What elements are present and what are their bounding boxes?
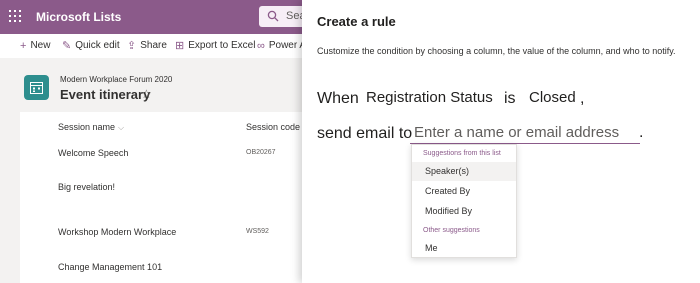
- rule-period: .: [639, 124, 644, 141]
- other-suggestions-header: Other suggestions: [423, 227, 480, 234]
- list-table: Session name ⌵ Session code Welcome Speec…: [20, 112, 320, 283]
- column-header-session-code[interactable]: Session code: [246, 122, 300, 132]
- excel-icon: ⊞: [175, 39, 185, 52]
- rule-comma: ,: [580, 90, 585, 107]
- value-selector[interactable]: Closed: [529, 89, 576, 107]
- favorite-star-icon[interactable]: ☆: [141, 87, 152, 101]
- export-button[interactable]: ⊞ Export to Excel: [175, 40, 255, 51]
- pencil-icon: ✎: [62, 39, 72, 52]
- power-automate-icon: ∞: [257, 39, 265, 52]
- app-launcher-icon[interactable]: [9, 10, 21, 22]
- column-selector[interactable]: Registration Status: [366, 89, 493, 107]
- suggestions-dropdown: Suggestions from this list Speaker(s) Cr…: [411, 144, 517, 258]
- email-field-wrapper: [410, 122, 640, 144]
- send-email-to-text: send email to: [317, 125, 413, 142]
- plus-icon: +: [20, 39, 27, 52]
- suggestion-item[interactable]: Speaker(s): [412, 162, 516, 181]
- chevron-down-icon: ⌵: [118, 123, 125, 132]
- new-button[interactable]: + New: [20, 40, 50, 51]
- list-title: Event itinerary: [60, 87, 151, 102]
- row-session-name[interactable]: Change Management 101: [58, 262, 162, 272]
- quick-edit-label: Quick edit: [75, 40, 120, 51]
- command-bar: + New ✎ Quick edit ⇪ Share ⊞ Export to E…: [0, 34, 320, 58]
- suggestion-item[interactable]: Me: [412, 239, 516, 258]
- share-label: Share: [140, 40, 167, 51]
- column-header-session-name[interactable]: Session name ⌵: [58, 122, 124, 133]
- row-session-name[interactable]: Workshop Modern Workplace: [58, 227, 176, 237]
- suggestion-item[interactable]: Modified By: [412, 202, 516, 221]
- is-word: is: [504, 90, 516, 107]
- quick-edit-button[interactable]: ✎ Quick edit: [62, 40, 120, 51]
- app-title[interactable]: Microsoft Lists: [36, 10, 121, 24]
- export-label: Export to Excel: [188, 40, 256, 51]
- email-field[interactable]: [414, 124, 636, 141]
- share-icon: ⇪: [127, 39, 137, 52]
- panel-description: Customize the condition by choosing a co…: [317, 46, 676, 56]
- list-icon: [24, 75, 49, 100]
- suggestion-item[interactable]: Created By: [412, 182, 516, 201]
- row-session-code: WS592: [246, 228, 269, 235]
- calendar-icon: [30, 82, 43, 94]
- suggestions-list-header: Suggestions from this list: [423, 150, 501, 157]
- new-label: New: [30, 40, 51, 51]
- row-session-name[interactable]: Welcome Speech: [58, 148, 128, 158]
- power-button[interactable]: ∞ Power A: [257, 40, 306, 51]
- row-session-code: OB20267: [246, 149, 276, 156]
- row-session-name[interactable]: Big revelation!: [58, 182, 115, 192]
- create-rule-panel: Create a rule Customize the condition by…: [302, 0, 700, 283]
- site-name[interactable]: Modern Workplace Forum 2020: [60, 75, 172, 84]
- power-label: Power A: [268, 40, 307, 51]
- panel-title: Create a rule: [317, 14, 396, 29]
- when-word: When: [317, 90, 359, 107]
- search-icon: [267, 10, 279, 22]
- share-button[interactable]: ⇪ Share: [127, 40, 167, 51]
